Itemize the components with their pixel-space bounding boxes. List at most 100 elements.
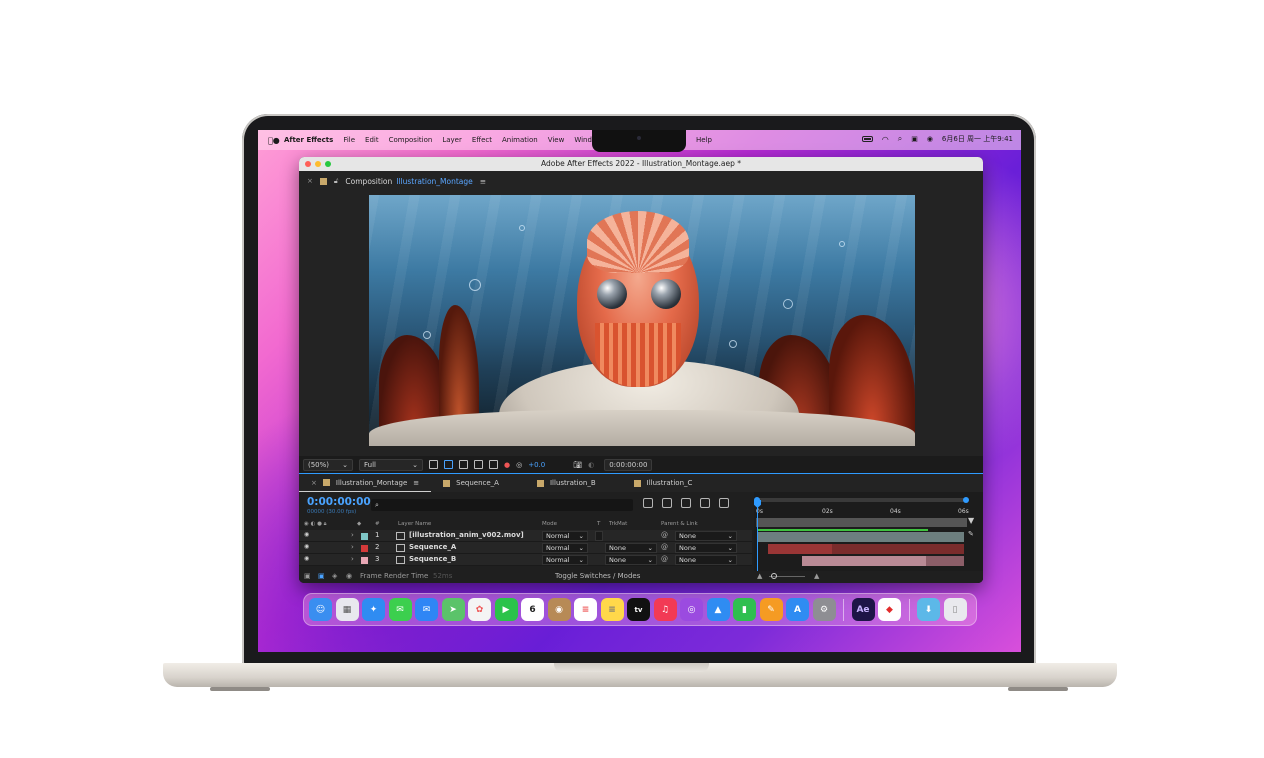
facetime-icon[interactable]: ▶ (494, 598, 518, 621)
after-effects-icon[interactable]: Ae (851, 598, 875, 621)
keynote-icon[interactable]: ▲ (706, 598, 730, 621)
column-layer-name[interactable]: Layer Name (398, 521, 431, 527)
search-icon[interactable]: ⌕ (898, 134, 902, 144)
parent-dropdown[interactable]: None ⌄ (675, 543, 737, 553)
chevron-right-icon[interactable]: › (351, 555, 354, 563)
composition-name[interactable]: Illustration_Montage (396, 177, 473, 186)
contacts-icon[interactable]: ◉ (547, 598, 571, 621)
pick-whip-icon[interactable]: @ (661, 531, 668, 539)
music-icon[interactable]: ♫ (653, 598, 677, 621)
calendar-icon[interactable]: 6 (521, 598, 544, 621)
composition-mini-flowchart-icon[interactable] (643, 498, 653, 508)
messages-icon[interactable]: ✉ (388, 598, 412, 621)
menu-file[interactable]: File (343, 136, 355, 144)
trash-icon[interactable]: ▯ (943, 598, 967, 621)
zoom-out-icon[interactable]: ▲ (757, 572, 762, 580)
apple-tv-icon[interactable]: tv (627, 598, 650, 621)
pages-icon[interactable]: ✎ (759, 598, 783, 621)
parent-dropdown[interactable]: None ⌄ (675, 531, 737, 541)
reminders-icon[interactable]: ≡ (574, 598, 597, 621)
layer-name[interactable]: Sequence_A (409, 543, 456, 551)
menu-clock[interactable]: 6月6日 周一 上午9:41 (942, 134, 1013, 144)
zoom-dropdown[interactable]: (50%) ⌄ (303, 458, 353, 471)
panel-menu-icon[interactable]: ≡ (413, 479, 419, 487)
chevron-right-icon[interactable]: › (351, 543, 354, 551)
show-snapshot-icon[interactable]: ◐ (588, 461, 594, 469)
transfer-controls-icon[interactable]: ▣ (318, 572, 325, 580)
pick-whip-icon[interactable]: @ (661, 555, 668, 563)
layer-bar-1[interactable] (758, 532, 964, 542)
trkmat-slot[interactable] (595, 531, 603, 541)
app-store-icon[interactable]: A (786, 598, 809, 621)
panel-menu-icon[interactable]: ≡ (480, 177, 486, 186)
tab-sequence-a[interactable]: Sequence_A (431, 474, 511, 492)
layer-label-color[interactable] (361, 545, 368, 552)
layer-name[interactable]: [illustration_anim_v002.mov] (409, 531, 524, 539)
in-out-icon[interactable]: ◈ (332, 572, 337, 580)
work-area-bar[interactable] (756, 518, 967, 527)
lock-icon[interactable]: 🔓︎ (334, 177, 339, 186)
color-channels-icon[interactable]: ● (504, 461, 510, 469)
reset-exposure-icon[interactable]: ◎ (516, 461, 522, 469)
zoom-window-button[interactable] (325, 161, 331, 167)
playhead[interactable] (757, 502, 758, 572)
wifi-icon[interactable]: ◠ (882, 135, 889, 144)
menu-animation[interactable]: Animation (502, 136, 538, 144)
control-center-icon[interactable]: ▣ (911, 135, 918, 143)
layer-name[interactable]: Sequence_B (409, 555, 456, 563)
menu-composition[interactable]: Composition (389, 136, 433, 144)
navigator-end-handle[interactable] (963, 497, 969, 503)
parent-dropdown[interactable]: None ⌄ (675, 555, 737, 565)
trkmat-dropdown[interactable]: None ⌄ (605, 543, 657, 553)
menu-view[interactable]: View (548, 136, 565, 144)
snapshot-icon[interactable]: 📷︎ (573, 461, 582, 469)
menu-layer[interactable]: Layer (442, 136, 462, 144)
trkmat-dropdown[interactable]: None ⌄ (605, 555, 657, 565)
numbers-icon[interactable]: ▮ (733, 598, 756, 621)
graph-editor-icon[interactable] (719, 498, 729, 508)
creative-cloud-icon[interactable]: ◆ (878, 598, 901, 621)
time-graph[interactable]: 0s 02s 04s 06s ▼ ✎ (754, 492, 983, 583)
tab-illustration-c[interactable]: Illustration_C (622, 474, 705, 492)
apple-menu-icon[interactable]: ● (268, 136, 280, 145)
timeline-timecode[interactable]: 0:00:00:00 (307, 496, 371, 508)
current-time-display[interactable]: 0:00:00:00 (604, 458, 653, 471)
battery-icon[interactable] (861, 136, 873, 142)
layer-label-color[interactable] (361, 533, 368, 540)
resolution-dropdown[interactable]: Full ⌄ (359, 458, 423, 471)
siri-icon[interactable]: ◉ (927, 135, 933, 143)
fast-previews-icon[interactable] (429, 460, 438, 469)
pencil-icon[interactable]: ✎ (968, 530, 974, 538)
eye-icon[interactable]: ◉ (304, 543, 309, 550)
render-time-icon[interactable]: ◉ (346, 572, 352, 580)
layer-bar-2-active[interactable] (768, 544, 832, 554)
layer-search-input[interactable]: ⌕ (371, 499, 633, 511)
comp-marker-icon[interactable]: ▼ (968, 516, 974, 525)
preview-frame[interactable] (369, 195, 915, 446)
minimize-window-button[interactable] (315, 161, 321, 167)
blend-mode-dropdown[interactable]: Normal ⌄ (542, 543, 588, 553)
frame-blending-icon[interactable] (700, 498, 710, 508)
chevron-right-icon[interactable]: › (351, 531, 354, 539)
tab-illustration-b[interactable]: Illustration_B (525, 474, 608, 492)
composition-panel-tab[interactable]: × 🔓︎ Composition Illustration_Montage ≡ (299, 171, 983, 191)
zoom-in-icon[interactable]: ▲ (814, 572, 819, 580)
safari-icon[interactable]: ✦ (362, 598, 385, 621)
finder-icon[interactable]: ☺ (309, 598, 332, 621)
menu-app-name[interactable]: After Effects (284, 136, 333, 144)
zoom-slider-thumb[interactable] (771, 573, 777, 579)
menu-help[interactable]: Help (696, 136, 712, 144)
layer-label-color[interactable] (361, 557, 368, 564)
layer-row-2[interactable]: ◉ › 2 Sequence_A Normal ⌄ None ⌄ @ None ⌄ (299, 542, 752, 554)
launchpad-icon[interactable]: ▦ (335, 598, 359, 621)
layer-bar-3-active[interactable] (802, 556, 926, 566)
eye-icon[interactable]: ◉ (304, 531, 309, 538)
notes-icon[interactable]: ≡ (600, 598, 624, 621)
blend-mode-dropdown[interactable]: Normal ⌄ (542, 531, 588, 541)
shy-layers-icon[interactable] (681, 498, 691, 508)
grid-guides-icon[interactable] (489, 460, 498, 469)
time-navigator[interactable] (756, 498, 967, 502)
layer-switches-icon[interactable]: ▣ (304, 572, 311, 580)
toggle-switches-modes-button[interactable]: Toggle Switches / Modes (555, 572, 640, 580)
layer-row-3[interactable]: ◉ › 3 Sequence_B Normal ⌄ None ⌄ @ None ⌄ (299, 554, 752, 566)
